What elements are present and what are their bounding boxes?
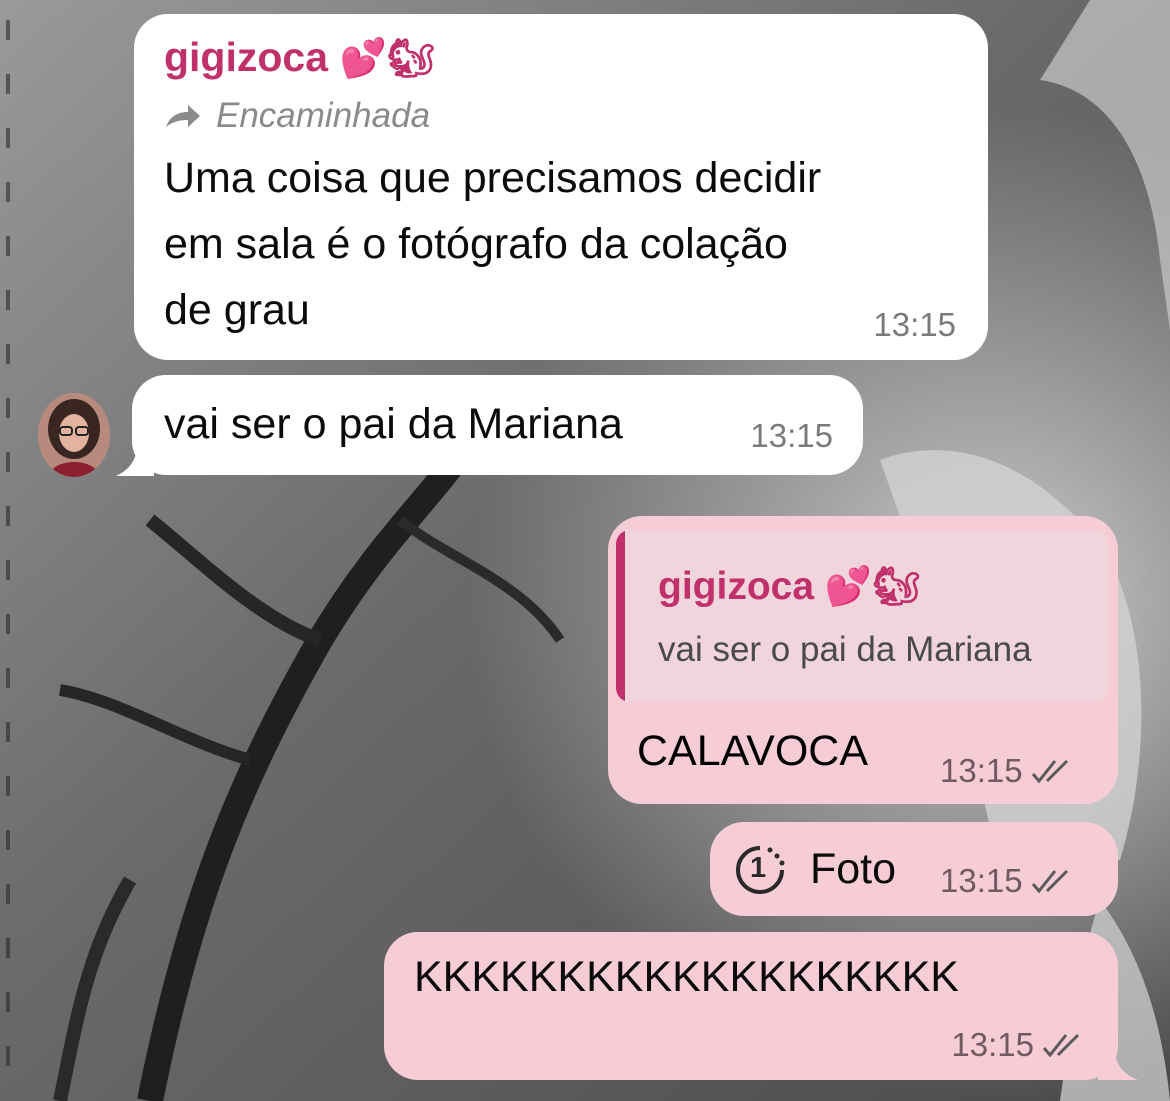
quoted-sender-emoji: 💕🐿 <box>824 566 921 608</box>
contact-avatar[interactable] <box>38 393 110 477</box>
sender-name: gigizoca 💕🐿 <box>164 34 435 80</box>
quote-accent-bar <box>616 530 625 702</box>
photo-time: 13:15 <box>940 862 1077 900</box>
message-time: 13:15 <box>750 417 833 454</box>
incoming-bubble-tail <box>116 440 154 476</box>
read-double-check-icon <box>1031 869 1068 894</box>
reply-time: 13:15 <box>940 752 1077 790</box>
quoted-message[interactable]: gigizoca 💕🐿 vai ser o pai da Mariana <box>616 530 1108 702</box>
incoming-message-bubble[interactable]: vai ser o pai da Mariana 13:15 <box>132 375 863 475</box>
forwarded-message-bubble[interactable]: gigizoca 💕🐿 Encaminhada Uma coisa que pr… <box>134 14 988 360</box>
message-line-3: de grau <box>164 286 310 334</box>
view-once-count: 1 <box>750 852 767 884</box>
quoted-sender-name: gigizoca 💕🐿 <box>658 565 921 608</box>
sender-emoji: 💕🐿 <box>339 38 435 80</box>
photo-message-bubble[interactable]: 1 Foto 13:15 <box>710 822 1118 916</box>
quoted-text: vai ser o pai da Mariana <box>658 630 1032 669</box>
message-line-2: em sala é o fotógrafo da colação <box>164 220 788 268</box>
forward-arrow-icon <box>166 105 200 127</box>
message-line-1: Uma coisa que precisamos decidir <box>164 154 822 202</box>
forwarded-indicator: Encaminhada <box>164 96 430 136</box>
laugh-time: 13:15 <box>951 1026 1088 1064</box>
message-text: vai ser o pai da Mariana <box>164 400 623 448</box>
laugh-message-bubble[interactable]: KKKKKKKKKKKKKKKKKKK 13:15 <box>384 932 1118 1080</box>
laugh-text: KKKKKKKKKKKKKKKKKKK <box>414 953 959 1001</box>
message-time: 13:15 <box>873 306 956 343</box>
outgoing-bubble-tail <box>1098 1046 1138 1080</box>
read-double-check-icon <box>1042 1033 1080 1058</box>
photo-label: Foto <box>810 845 897 893</box>
read-double-check-icon <box>1031 759 1068 784</box>
reply-text: CALAVOCA <box>637 727 868 775</box>
